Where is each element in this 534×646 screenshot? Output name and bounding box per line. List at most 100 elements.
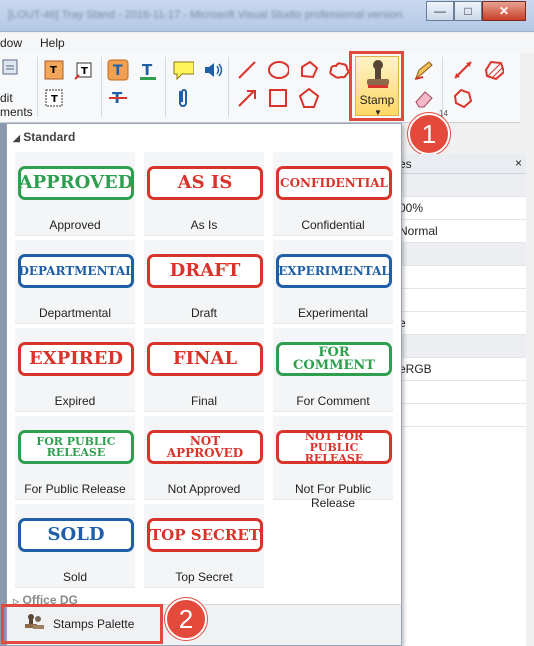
stamp-preview: NOT APPROVED bbox=[147, 430, 263, 464]
title-bar: [LOUT-46] Tray Stand - 2016-11-17 - Micr… bbox=[0, 0, 534, 32]
callout-text-icon[interactable]: T bbox=[73, 59, 95, 81]
strikethrough-text-icon[interactable]: T bbox=[107, 87, 129, 109]
properties-row[interactable] bbox=[399, 266, 526, 289]
stamp-item-label: Confidential bbox=[301, 218, 365, 232]
stamp-item-expired[interactable]: EXPIRED Expired bbox=[15, 328, 135, 412]
stamp-item-label: As Is bbox=[190, 218, 218, 232]
stamp-item-final[interactable]: FINAL Final bbox=[144, 328, 264, 412]
stamp-item-label: Departmental bbox=[38, 306, 112, 320]
stamp-item-label: Not For Public Release bbox=[294, 482, 372, 510]
sound-icon[interactable] bbox=[202, 59, 224, 81]
menu-bar: dow Help bbox=[0, 33, 534, 53]
stamp-preview-text: DRAFT bbox=[169, 260, 241, 281]
properties-row bbox=[399, 335, 526, 358]
area-tool-icon[interactable] bbox=[482, 59, 504, 81]
menu-help[interactable]: Help bbox=[40, 36, 65, 50]
oval-icon[interactable] bbox=[267, 59, 289, 81]
stamp-item-sold[interactable]: SOLD Sold bbox=[15, 504, 135, 588]
stamp-preview-text: FOR COMMENT bbox=[293, 345, 375, 373]
stamp-preview-text: APPROVED bbox=[18, 172, 134, 193]
typewriter-icon[interactable]: T bbox=[107, 59, 129, 81]
stamp-preview-text: FINAL bbox=[172, 348, 238, 369]
close-button[interactable]: ✕ bbox=[482, 1, 526, 21]
distance-tool-icon[interactable] bbox=[452, 59, 474, 81]
stamp-preview-text: AS IS bbox=[177, 172, 233, 193]
attach-file-icon[interactable] bbox=[172, 87, 194, 109]
properties-row[interactable]: 00% bbox=[399, 197, 526, 220]
perimeter-tool-icon[interactable] bbox=[452, 87, 474, 109]
properties-row bbox=[399, 174, 526, 197]
ribbon: dit ments T T T T T T Stamp ▼ 14 bbox=[0, 53, 520, 123]
group-standard-label: Standard bbox=[23, 130, 76, 144]
pencil-icon[interactable] bbox=[412, 59, 434, 81]
stamp-preview-text: RELEASE bbox=[46, 446, 106, 459]
line-icon[interactable] bbox=[236, 59, 258, 81]
sticky-note-icon[interactable] bbox=[172, 59, 194, 81]
arrow-icon[interactable] bbox=[236, 87, 258, 109]
eraser-icon[interactable] bbox=[412, 87, 434, 109]
group-standard[interactable]: ◢ Standard bbox=[13, 130, 75, 144]
maximize-button[interactable]: □ bbox=[454, 1, 482, 21]
stamp-preview: EXPERIMENTAL bbox=[276, 254, 392, 288]
stamp-preview-text: TOP SECRET bbox=[150, 525, 260, 544]
stamp-item-label: For Comment bbox=[296, 394, 370, 408]
properties-row bbox=[399, 243, 526, 266]
stamp-item-not-approved[interactable]: NOT APPROVED Not Approved bbox=[144, 416, 264, 500]
stamp-item-top-secret[interactable]: TOP SECRET Top Secret bbox=[144, 504, 264, 588]
stamp-item-for-public-release[interactable]: FOR PUBLIC RELEASE For Public Release bbox=[15, 416, 135, 500]
stamp-item-draft[interactable]: DRAFT Draft bbox=[144, 240, 264, 324]
stamp-item-for-comment[interactable]: FOR COMMENT For Comment bbox=[273, 328, 393, 412]
svg-text:T: T bbox=[113, 63, 123, 79]
stamp-item-as-is[interactable]: AS IS As Is bbox=[144, 152, 264, 236]
stamp-preview-text: EXPIRED bbox=[29, 348, 123, 369]
stamp-item-label: Final bbox=[190, 394, 217, 408]
collapse-triangle-icon: ◢ bbox=[13, 133, 20, 143]
stamp-item-label: Top Secret bbox=[175, 570, 233, 584]
stamp-preview-text: PUBLIC RELEASE bbox=[304, 440, 364, 465]
stamp-preview-text: DEPARTMENTAL bbox=[18, 264, 134, 278]
rectangle-icon[interactable] bbox=[267, 87, 289, 109]
stamp-item-departmental[interactable]: DEPARTMENTAL Departmental bbox=[15, 240, 135, 324]
cloud-icon[interactable] bbox=[328, 59, 350, 81]
stamp-preview: SOLD bbox=[18, 518, 134, 552]
properties-row[interactable] bbox=[399, 404, 526, 427]
stamp-preview-text: EXPERIMENTAL bbox=[278, 264, 390, 278]
polygon-icon[interactable] bbox=[298, 87, 320, 109]
minimize-button[interactable]: — bbox=[426, 1, 454, 21]
properties-row[interactable]: e bbox=[399, 312, 526, 335]
edit-comments-icon[interactable] bbox=[0, 57, 22, 79]
textbox-icon[interactable]: T bbox=[43, 87, 65, 109]
textbox-grid-icon[interactable]: T bbox=[43, 59, 65, 81]
stamp-preview: DEPARTMENTAL bbox=[18, 254, 134, 288]
stamp-preview: FINAL bbox=[147, 342, 263, 376]
stamp-preview-text: SOLD bbox=[47, 524, 105, 545]
svg-text:T: T bbox=[51, 94, 58, 105]
stamp-item-label: Not Approved bbox=[167, 482, 241, 496]
close-icon[interactable]: × bbox=[515, 156, 522, 170]
edit-label: dit bbox=[0, 91, 13, 105]
properties-row[interactable] bbox=[399, 289, 526, 312]
stamp-preview: APPROVED bbox=[18, 166, 134, 200]
properties-row[interactable]: eRGB bbox=[399, 358, 526, 381]
stamp-preview: DRAFT bbox=[147, 254, 263, 288]
stamp-item-not-for-public-release[interactable]: NOT FOR PUBLIC RELEASE Not For Public Rele… bbox=[273, 416, 393, 510]
stamp-highlight-box bbox=[349, 51, 404, 121]
stamp-item-approved[interactable]: APPROVED Approved bbox=[15, 152, 135, 236]
callout-badge-1: 1 bbox=[408, 113, 450, 155]
stamp-item-confidential[interactable]: CONFIDENTIAL Confidential bbox=[273, 152, 393, 236]
stamp-item-label: For Public Release bbox=[24, 482, 126, 496]
properties-row[interactable] bbox=[399, 381, 526, 404]
menu-window[interactable]: dow bbox=[0, 36, 22, 50]
polyline-icon[interactable] bbox=[298, 59, 320, 81]
stamp-preview: NOT FOR PUBLIC RELEASE bbox=[276, 430, 392, 464]
svg-text:T: T bbox=[50, 65, 57, 76]
svg-text:T: T bbox=[142, 61, 153, 79]
stamp-item-experimental[interactable]: EXPERIMENTAL Experimental bbox=[273, 240, 393, 324]
stamp-preview: CONFIDENTIAL bbox=[276, 166, 392, 200]
window-title: [LOUT-46] Tray Stand - 2016-11-17 - Micr… bbox=[8, 9, 403, 21]
stamp-preview-text: CONFIDENTIAL bbox=[280, 176, 388, 190]
palette-highlight-box bbox=[1, 604, 163, 644]
text-color-icon[interactable]: T bbox=[137, 59, 159, 81]
svg-text:T: T bbox=[81, 66, 88, 77]
properties-row[interactable]: Normal bbox=[399, 220, 526, 243]
